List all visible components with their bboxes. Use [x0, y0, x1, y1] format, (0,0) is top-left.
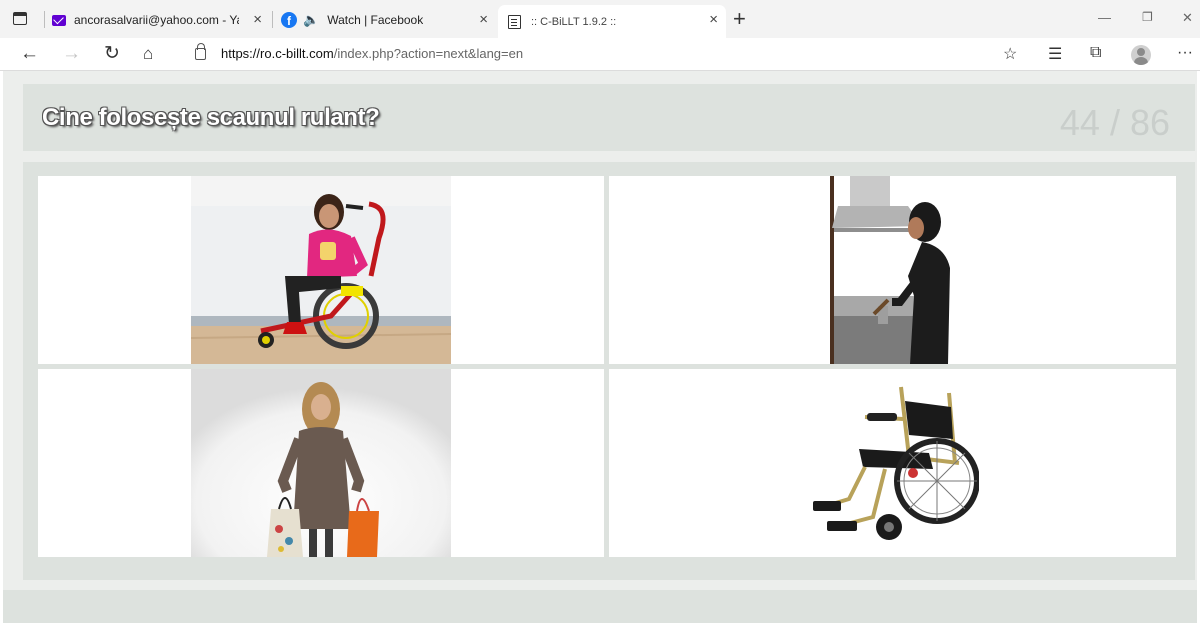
tab-c-billt[interactable]: :: C-BiLLT 1.9.2 :: ×: [498, 5, 726, 38]
answer-option-1[interactable]: [38, 176, 604, 364]
close-tab-icon[interactable]: ×: [709, 12, 718, 27]
web-page: Cine folosește scaunul rulant? 44 / 86: [0, 71, 1200, 623]
girl-in-pink-on-wheelchair-image: [191, 176, 451, 364]
back-icon[interactable]: ←: [20, 43, 39, 65]
add-favorite-icon[interactable]: ☆: [1003, 44, 1017, 64]
tab-title: Watch | Facebook: [327, 13, 424, 27]
url-path: /index.php?action=next&lang=en: [333, 46, 524, 61]
url-host: https://ro.c-billt.com: [221, 46, 334, 61]
tab-divider: [44, 11, 45, 28]
tab-strip: ancorasalvarii@yahoo.com - Yah × f 🔈 Wat…: [0, 0, 1200, 38]
answer-option-4[interactable]: [609, 369, 1176, 557]
tab-divider: [272, 11, 273, 28]
answer-grid: [23, 162, 1195, 580]
empty-wheelchair-image: [809, 377, 979, 549]
question-text: Cine folosește scaunul rulant?: [42, 104, 380, 131]
facebook-icon: f: [281, 12, 297, 28]
quiz-container: Cine folosește scaunul rulant? 44 / 86: [3, 71, 1197, 623]
url-text[interactable]: https://ro.c-billt.com/index.php?action=…: [221, 46, 523, 61]
tab-yahoo-mail[interactable]: ancorasalvarii@yahoo.com - Yah ×: [52, 5, 270, 35]
favorites-icon[interactable]: ☰: [1048, 44, 1062, 64]
profile-avatar[interactable]: [1131, 45, 1151, 65]
woman-cooking-at-stove-image: [830, 176, 965, 364]
speaker-icon[interactable]: 🔈: [303, 12, 319, 28]
close-tab-icon[interactable]: ×: [479, 12, 488, 27]
address-bar[interactable]: https://ro.c-billt.com/index.php?action=…: [180, 41, 1030, 68]
refresh-icon[interactable]: ↻: [104, 43, 120, 65]
reader-icon: [508, 14, 521, 29]
browser-toolbar: ← → ↻ ⌂ https://ro.c-billt.com/index.php…: [0, 38, 1200, 71]
restore-icon[interactable]: ❐: [1142, 10, 1153, 24]
forward-icon[interactable]: →: [62, 43, 81, 65]
tab-actions-icon[interactable]: [13, 12, 27, 25]
tab-title: :: C-BiLLT 1.9.2 ::: [531, 15, 617, 28]
close-tab-icon[interactable]: ×: [253, 12, 262, 27]
minimize-icon[interactable]: —: [1098, 10, 1111, 25]
close-window-icon[interactable]: ✕: [1182, 10, 1193, 26]
tab-title: ancorasalvarii@yahoo.com - Yah: [74, 13, 239, 27]
tab-facebook-watch[interactable]: f 🔈 Watch | Facebook ×: [281, 5, 496, 35]
more-options-icon[interactable]: ···: [1177, 44, 1193, 62]
new-tab-button[interactable]: +: [733, 6, 746, 32]
woman-with-shopping-bags-image: [191, 369, 451, 557]
progress-counter: 44 / 86: [1059, 102, 1170, 143]
question-header: Cine folosește scaunul rulant? 44 / 86: [23, 84, 1195, 151]
collections-icon[interactable]: ⧉: [1090, 44, 1101, 62]
home-icon[interactable]: ⌂: [143, 43, 153, 65]
lock-icon[interactable]: [195, 43, 206, 60]
answer-option-3[interactable]: [38, 369, 604, 557]
answer-option-2[interactable]: [609, 176, 1176, 364]
mail-icon: [52, 14, 66, 26]
footer-bar: [3, 590, 1197, 623]
